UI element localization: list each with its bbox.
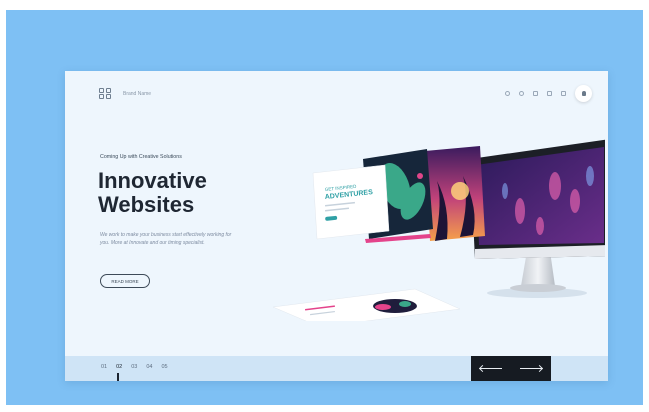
mail-icon[interactable] <box>533 91 538 96</box>
pager-item-01[interactable]: 01 <box>101 364 107 370</box>
hero-tagline: Coming Up with Creative Solutions <box>100 154 182 160</box>
headline-line-1: Innovative <box>98 168 207 193</box>
website-mockup-illustration: GET INSPIRED ADVENTURES <box>272 139 605 321</box>
arrow-right-icon[interactable] <box>520 365 542 373</box>
hero-description: We work to make your business start effe… <box>100 232 232 246</box>
phone-icon[interactable] <box>519 91 524 96</box>
outer-frame: Brand Name Coming Up with Creative Solut… <box>6 10 643 405</box>
pager-item-03[interactable]: 03 <box>131 364 137 370</box>
headline-line-2: Websites <box>98 192 195 217</box>
menu-icon[interactable] <box>561 91 566 96</box>
read-more-button[interactable]: READ MORE <box>100 274 150 288</box>
brand-name: Brand Name <box>123 91 152 97</box>
arrow-left-icon[interactable] <box>480 365 502 373</box>
bottom-bar: 01 02 03 04 05 <box>65 356 608 381</box>
header-nav <box>505 85 592 102</box>
slider-controls <box>471 356 551 381</box>
landing-page: Brand Name Coming Up with Creative Solut… <box>65 71 608 381</box>
logo-icon <box>99 88 115 100</box>
cart-icon[interactable] <box>547 91 552 96</box>
user-button[interactable] <box>575 85 592 102</box>
hero-headline: Innovative Websites <box>98 169 207 217</box>
logo[interactable]: Brand Name <box>99 88 151 100</box>
pager-item-04[interactable]: 04 <box>146 364 152 370</box>
slide-pager: 01 02 03 04 05 <box>101 364 168 381</box>
search-icon[interactable] <box>505 91 510 96</box>
pager-item-02[interactable]: 02 <box>116 364 122 381</box>
pager-item-05[interactable]: 05 <box>162 364 168 370</box>
user-icon <box>581 91 586 96</box>
